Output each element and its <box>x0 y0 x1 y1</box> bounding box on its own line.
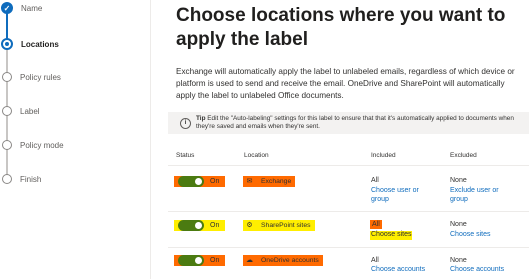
table-divider <box>168 247 529 248</box>
toggle-state-label: On <box>210 178 220 185</box>
toggle-state-label: On <box>210 257 220 264</box>
table-row-sharepoint-location: ⚙ SharePoint sites <box>243 220 315 231</box>
tip-body: Edit the "Auto-labeling" settings for th… <box>196 115 514 130</box>
tip-prefix: Tip <box>196 115 206 122</box>
wizard-step-label: Label <box>20 106 40 116</box>
wizard-step-policy-mode[interactable]: Policy mode <box>0 138 64 152</box>
choose-user-or-group-link[interactable]: Choose user or group <box>371 187 433 204</box>
wizard-step-policy-rules[interactable]: Policy rules <box>0 70 61 84</box>
page-description: Exchange will automatically apply the la… <box>176 67 515 100</box>
tip-text: Tip Edit the "Auto-labeling" settings fo… <box>196 115 526 131</box>
checkmark-icon: ✓ <box>1 2 13 14</box>
exchange-icon: ✉ <box>246 178 253 185</box>
choose-sites-exclude-link[interactable]: Choose sites <box>450 231 490 240</box>
wizard-step-name[interactable]: ✓ Name <box>0 1 42 15</box>
included-value: All <box>370 220 382 229</box>
exchange-toggle[interactable] <box>178 176 204 187</box>
info-icon: i <box>180 117 191 129</box>
included-value: All <box>371 177 379 184</box>
wizard-step-finish[interactable]: Finish <box>0 172 41 186</box>
wizard-step-locations[interactable]: Locations <box>0 37 59 51</box>
page-title: Choose locations where you want to apply… <box>176 5 506 50</box>
onedrive-icon: ☁ <box>246 257 253 264</box>
excluded-value: None <box>450 177 467 184</box>
excluded-value: None <box>450 221 467 228</box>
pending-step-icon <box>2 106 12 116</box>
wizard-step-label-step[interactable]: Label <box>0 104 40 118</box>
wizard-step-label: Policy rules <box>20 72 61 82</box>
location-name: Exchange <box>261 178 292 185</box>
sharepoint-icon: ⚙ <box>246 222 253 229</box>
exclude-user-or-group-link[interactable]: Exclude user or group <box>450 187 518 204</box>
pending-step-icon <box>2 72 12 82</box>
column-header-included: Included <box>371 152 396 159</box>
table-row-exchange-status: On <box>174 176 226 187</box>
table-row-onedrive-location: ☁ OneDrive accounts <box>243 255 323 266</box>
wizard-step-label: Name <box>21 3 43 13</box>
column-header-excluded: Excluded <box>450 152 477 159</box>
table-row-sharepoint-status: On <box>174 220 226 231</box>
table-row-onedrive-status: On <box>174 255 226 266</box>
onedrive-toggle[interactable] <box>178 255 204 266</box>
wizard-step-label: Policy mode <box>20 140 64 150</box>
panel-divider <box>150 0 151 279</box>
table-divider <box>168 211 529 212</box>
tip-banner: i Tip Edit the "Auto-labeling" settings … <box>168 112 529 134</box>
sharepoint-toggle[interactable] <box>178 220 204 231</box>
choose-accounts-exclude-link[interactable]: Choose accounts <box>450 266 504 275</box>
location-name: OneDrive accounts <box>261 257 319 264</box>
location-name: SharePoint sites <box>261 222 311 229</box>
wizard-steps: ✓ Name Locations Policy rules Label Poli… <box>0 0 150 279</box>
pending-step-icon <box>2 174 12 184</box>
excluded-value: None <box>450 257 467 264</box>
wizard-step-label: Finish <box>20 174 42 184</box>
choose-sites-include-link[interactable]: Choose sites <box>370 231 413 240</box>
table-row-exchange-location: ✉ Exchange <box>243 176 296 187</box>
included-value: All <box>371 257 379 264</box>
column-header-location: Location <box>244 152 269 159</box>
current-step-icon <box>1 38 13 50</box>
toggle-state-label: On <box>210 222 220 229</box>
column-header-status: Status <box>176 152 195 159</box>
choose-accounts-include-link[interactable]: Choose accounts <box>371 266 425 275</box>
table-divider <box>168 165 529 166</box>
wizard-step-label: Locations <box>21 39 59 49</box>
pending-step-icon <box>2 140 12 150</box>
